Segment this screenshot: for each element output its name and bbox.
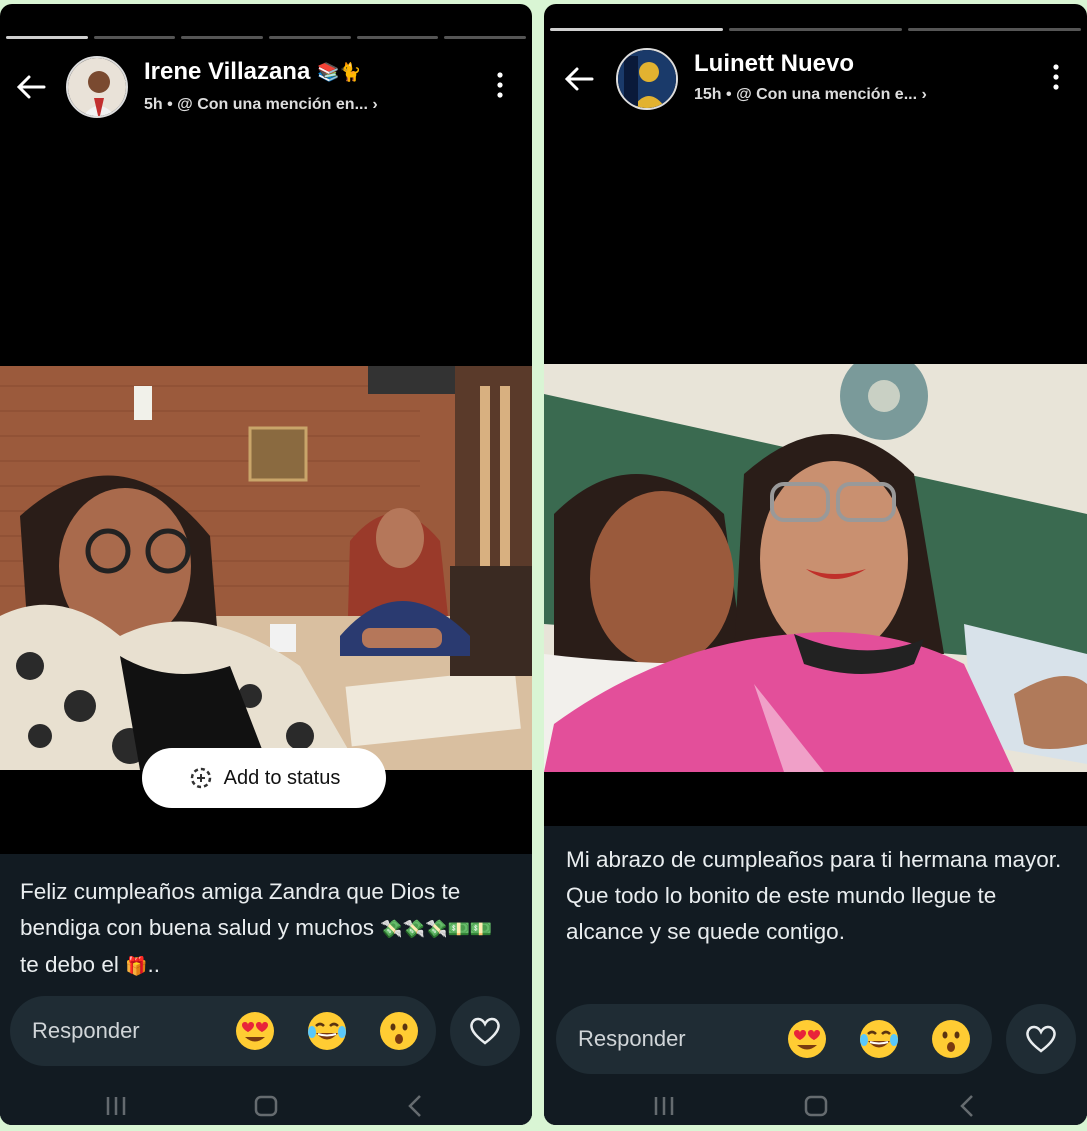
heart-icon xyxy=(1026,1025,1056,1053)
back-arrow-icon[interactable] xyxy=(562,62,596,96)
status-header: Irene Villazana 📚🐈 5h • @ Con una menció… xyxy=(0,48,532,120)
avatar[interactable] xyxy=(616,48,678,110)
back-arrow-icon[interactable] xyxy=(14,70,48,104)
surprised-reaction[interactable] xyxy=(378,1010,420,1052)
add-to-status-label: Add to status xyxy=(223,766,341,789)
home-icon[interactable] xyxy=(252,1093,280,1119)
avatar[interactable] xyxy=(66,56,128,118)
heart-eyes-reaction[interactable] xyxy=(786,1018,828,1060)
status-meta[interactable]: 15h • @ Con una mención e... › xyxy=(694,86,927,104)
caption-area: Feliz cumpleaños amiga Zandra que Dios t… xyxy=(0,854,532,1125)
mention-text: @ Con una mención en... xyxy=(177,96,368,113)
surprised-reaction[interactable] xyxy=(930,1018,972,1060)
back-nav-icon[interactable] xyxy=(954,1093,982,1119)
contact-name: Luinett Nuevo xyxy=(694,50,854,77)
reply-input[interactable]: Responder xyxy=(556,1004,992,1074)
reply-input[interactable]: Responder xyxy=(10,996,436,1066)
caption-area: Mi abrazo de cumpleaños para ti hermana … xyxy=(544,826,1087,1125)
reply-placeholder: Responder xyxy=(32,1018,140,1043)
more-options-icon[interactable] xyxy=(1048,62,1064,92)
status-sparkle-icon xyxy=(190,767,211,789)
like-heart-button[interactable] xyxy=(1006,1004,1076,1074)
status-time: 15h xyxy=(694,86,722,103)
status-viewer-right: Luinett Nuevo 15h • @ Con una mención e.… xyxy=(544,4,1087,1125)
more-options-icon[interactable] xyxy=(492,70,508,100)
gift-emoji: 🎁 xyxy=(125,956,148,977)
status-photo xyxy=(544,364,1087,772)
status-caption: Feliz cumpleaños amiga Zandra que Dios t… xyxy=(20,879,493,978)
money-emojis: 💸💸💸💵💵 xyxy=(380,919,493,940)
story-progress-bar xyxy=(6,36,527,40)
like-heart-button[interactable] xyxy=(450,996,520,1066)
back-nav-icon[interactable] xyxy=(402,1093,430,1119)
books-emoji: 📚 xyxy=(316,62,340,83)
reply-placeholder: Responder xyxy=(578,1026,686,1051)
status-photo xyxy=(0,366,532,770)
chevron-right-icon: › xyxy=(921,86,927,103)
system-nav-bar xyxy=(0,1085,532,1125)
contact-name: Irene Villazana 📚🐈 xyxy=(144,58,362,85)
story-progress-bar xyxy=(550,28,1081,32)
status-viewer-left: Irene Villazana 📚🐈 5h • @ Con una menció… xyxy=(0,4,532,1125)
laughing-reaction[interactable] xyxy=(858,1018,900,1060)
cat-emoji: 🐈 xyxy=(339,62,362,83)
add-to-status-button[interactable]: Add to status xyxy=(142,748,386,808)
heart-icon xyxy=(470,1017,500,1045)
recent-apps-icon[interactable] xyxy=(102,1093,130,1119)
mention-text: @ Con una mención e... xyxy=(736,86,918,103)
chevron-right-icon: › xyxy=(372,96,378,113)
status-time: 5h xyxy=(144,96,163,113)
home-icon[interactable] xyxy=(802,1093,830,1119)
laughing-reaction[interactable] xyxy=(306,1010,348,1052)
status-caption: Mi abrazo de cumpleaños para ti hermana … xyxy=(566,847,1062,944)
status-header: Luinett Nuevo 15h • @ Con una mención e.… xyxy=(544,40,1087,112)
heart-eyes-reaction[interactable] xyxy=(234,1010,276,1052)
system-nav-bar xyxy=(544,1085,1087,1125)
recent-apps-icon[interactable] xyxy=(650,1093,678,1119)
status-meta[interactable]: 5h • @ Con una mención en... › xyxy=(144,96,378,114)
